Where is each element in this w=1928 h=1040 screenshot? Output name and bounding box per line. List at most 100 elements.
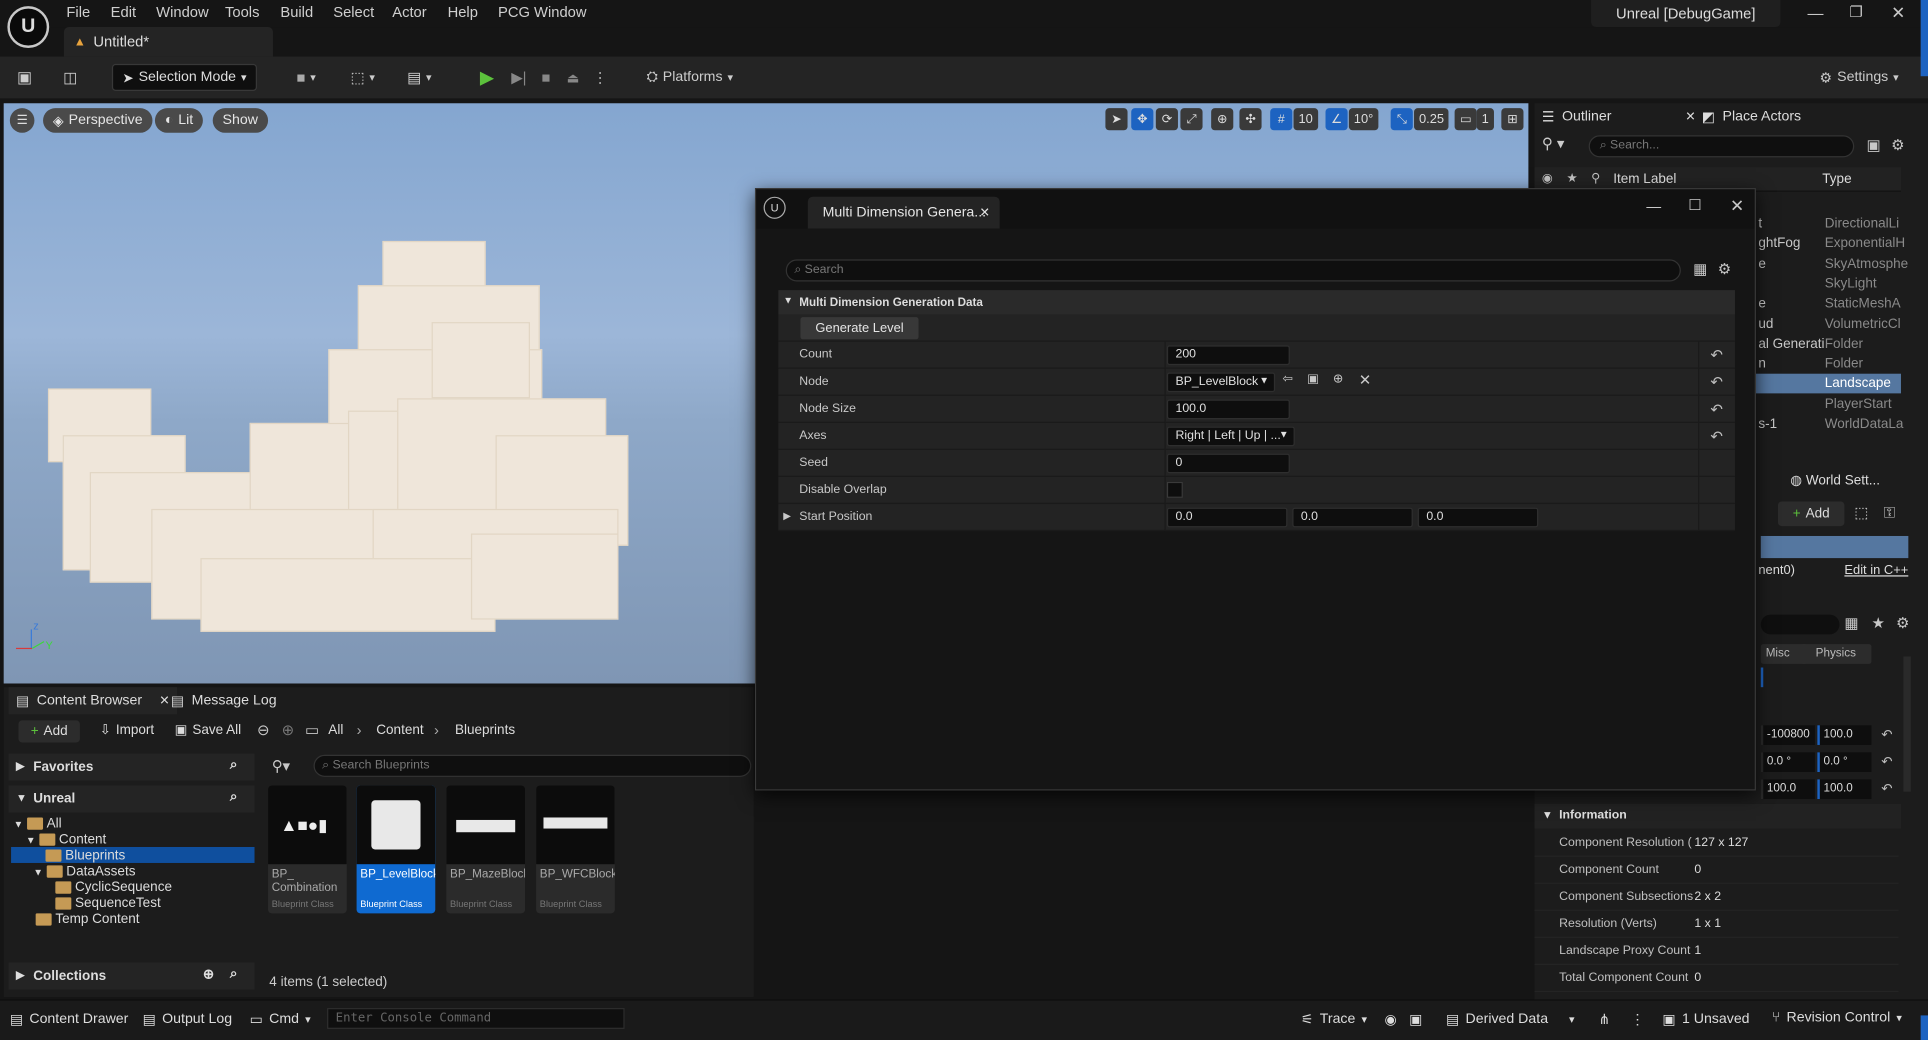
- menu-actor[interactable]: Actor: [392, 4, 426, 21]
- world-settings-link[interactable]: ◍ World Sett...: [1790, 472, 1880, 488]
- use-selected-icon[interactable]: ⇦: [1282, 372, 1292, 386]
- generate-level-button[interactable]: Generate Level: [800, 317, 919, 340]
- reset-icon[interactable]: ↶: [1881, 727, 1892, 743]
- gear-icon[interactable]: ⚙: [1718, 261, 1731, 278]
- tab-message-log[interactable]: ▤ Message Log: [171, 687, 277, 714]
- restore-icon[interactable]: ❐: [1849, 4, 1862, 21]
- network-icon[interactable]: ⋔: [1598, 1010, 1610, 1028]
- blueprint-icon[interactable]: ⬚: [1854, 504, 1868, 521]
- unreal-logo-icon[interactable]: U: [7, 6, 50, 48]
- edit-in-cpp-link[interactable]: Edit in C++: [1844, 563, 1908, 578]
- start-x-input[interactable]: 0.0: [1166, 507, 1288, 528]
- outliner-search-input[interactable]: ⌕ Search...: [1588, 135, 1855, 158]
- column-type[interactable]: Type: [1822, 172, 1851, 187]
- back-icon[interactable]: ⊖: [257, 722, 269, 739]
- dialog-tab[interactable]: Multi Dimension Genera... ✕: [807, 196, 1000, 229]
- add-icon[interactable]: ⊕: [1333, 372, 1343, 386]
- outliner-row[interactable]: n Folder: [1756, 354, 1901, 374]
- play-icon[interactable]: ▶: [475, 64, 500, 91]
- maximize-icon[interactable]: ☐: [1688, 197, 1701, 214]
- eject-icon[interactable]: ⏏: [563, 64, 583, 91]
- rotate-snap-value[interactable]: 10°: [1348, 108, 1379, 131]
- reset-icon[interactable]: ↶: [1710, 374, 1722, 391]
- cb-search-input[interactable]: ⌕ Search Blueprints: [313, 754, 752, 777]
- dialog-titlebar[interactable]: U Multi Dimension Genera... ✕ — ☐ ✕: [756, 189, 1755, 229]
- rotate-snap-icon[interactable]: ∠: [1325, 108, 1348, 131]
- crumb-blueprints[interactable]: Blueprints: [455, 723, 515, 738]
- close-tab-icon[interactable]: ✕: [980, 206, 990, 220]
- tab-physics[interactable]: Physics: [1800, 644, 1872, 664]
- node-size-input[interactable]: 100.0: [1166, 399, 1290, 420]
- cinematics-button[interactable]: ▤ ▾: [398, 64, 440, 91]
- seed-input[interactable]: 0: [1166, 453, 1290, 474]
- outliner-row[interactable]: ghtFog ExponentialH: [1756, 234, 1905, 254]
- filter-icon[interactable]: ⚲ ▾: [1542, 135, 1579, 157]
- advance-frame-icon[interactable]: ▶|: [507, 64, 532, 91]
- show-button[interactable]: Show: [212, 108, 268, 133]
- dialog-search-input[interactable]: ⌕ Search: [785, 259, 1681, 282]
- outliner-row[interactable]: e StaticMeshA: [1756, 294, 1901, 314]
- record-icon[interactable]: ◉: [1385, 1010, 1397, 1028]
- cb-add-button[interactable]: + Add: [18, 720, 80, 743]
- outliner-row[interactable]: SkyLight: [1756, 274, 1901, 294]
- platforms-dropdown[interactable]: ⛭ Platforms ▾: [639, 64, 740, 91]
- reset-icon[interactable]: ↶: [1710, 347, 1722, 364]
- tree-cyclicsequence[interactable]: CyclicSequence: [55, 880, 172, 895]
- output-log-button[interactable]: ▤ Output Log: [143, 1010, 232, 1028]
- unreal-header[interactable]: ▼ Unreal ⌕: [8, 785, 255, 813]
- camera-speed-icon[interactable]: ▭: [1454, 108, 1477, 131]
- reset-icon[interactable]: ↶: [1710, 428, 1722, 445]
- tree-content[interactable]: ▼ Content: [26, 832, 106, 847]
- transform-field[interactable]: 0.0 °: [1760, 752, 1815, 773]
- reset-icon[interactable]: ↶: [1881, 781, 1892, 797]
- menu-pcg-window[interactable]: PCG Window: [498, 4, 587, 21]
- clear-icon[interactable]: ✕: [1359, 371, 1371, 388]
- tab-outliner[interactable]: ☰ Outliner ✕: [1542, 103, 1696, 130]
- content-drawer-button[interactable]: ▤ Content Drawer: [10, 1010, 129, 1028]
- lit-button[interactable]: ◐ Lit: [154, 108, 204, 133]
- grid-snap-icon[interactable]: #: [1270, 108, 1293, 131]
- transform-field[interactable]: 100.0: [1817, 725, 1872, 745]
- document-tab[interactable]: ▲ Untitled*: [63, 27, 273, 57]
- forward-icon[interactable]: ⊕: [282, 722, 294, 739]
- revision-control-dropdown[interactable]: ⑂ Revision Control ▾: [1772, 1010, 1902, 1025]
- tree-dataassets[interactable]: ▼ DataAssets: [33, 864, 135, 879]
- save-icon[interactable]: ▣: [12, 64, 37, 91]
- pin-icon[interactable]: ⚲: [1591, 172, 1600, 186]
- reset-icon[interactable]: ↶: [1881, 754, 1892, 770]
- scale-snap-icon[interactable]: ⤡: [1390, 108, 1413, 131]
- details-search-input[interactable]: [1760, 614, 1840, 635]
- add-collection-icon[interactable]: ⊕: [203, 966, 214, 982]
- outliner-row[interactable]: PlayerStart: [1756, 394, 1901, 414]
- table-view-icon[interactable]: ▦: [1693, 261, 1707, 278]
- outliner-row[interactable]: s-1 WorldDataLa: [1756, 414, 1903, 434]
- favorites-header[interactable]: ▶ Favorites ⌕: [8, 753, 255, 781]
- selected-component-row[interactable]: [1760, 535, 1909, 559]
- minimize-icon[interactable]: —: [1646, 198, 1661, 215]
- browse-icon[interactable]: ◫: [57, 64, 84, 91]
- outliner-row[interactable]: e SkyAtmosphe: [1756, 254, 1908, 274]
- surface-snap-icon[interactable]: ✣: [1239, 108, 1262, 131]
- viewport-layout-icon[interactable]: ⊞: [1501, 108, 1524, 131]
- gear-icon[interactable]: ⚙: [1891, 136, 1904, 153]
- menu-select[interactable]: Select: [333, 4, 374, 21]
- grid-snap-value[interactable]: 10: [1293, 108, 1318, 131]
- search-icon[interactable]: ⌕: [230, 966, 238, 982]
- node-dropdown[interactable]: BP_LevelBlock ▼: [1166, 372, 1276, 393]
- transform-field[interactable]: 100.0: [1760, 779, 1815, 800]
- tab-place-actors[interactable]: ◩ Place Actors: [1702, 103, 1801, 130]
- hamburger-icon[interactable]: ☰: [9, 108, 35, 133]
- search-icon[interactable]: ⌕: [230, 757, 238, 773]
- more-options-icon[interactable]: ⋮: [593, 64, 608, 91]
- world-space-icon[interactable]: ⊕: [1211, 108, 1234, 131]
- axes-dropdown[interactable]: Right | Left | Up | ... ▼: [1166, 426, 1295, 447]
- trace-dropdown[interactable]: ⚟ Trace ▾: [1301, 1010, 1367, 1028]
- translate-tool-icon[interactable]: ✥: [1131, 108, 1154, 131]
- table-view-icon[interactable]: ▦: [1844, 615, 1858, 632]
- collections-header[interactable]: ▶ Collections ⊕ ⌕: [8, 962, 255, 990]
- start-y-input[interactable]: 0.0: [1292, 507, 1413, 528]
- outliner-row[interactable]: t DirectionalLi: [1756, 214, 1901, 234]
- tree-all[interactable]: ▼ All: [14, 816, 62, 831]
- perspective-button[interactable]: ◈ Perspective: [43, 108, 153, 133]
- menu-window[interactable]: Window: [156, 4, 208, 21]
